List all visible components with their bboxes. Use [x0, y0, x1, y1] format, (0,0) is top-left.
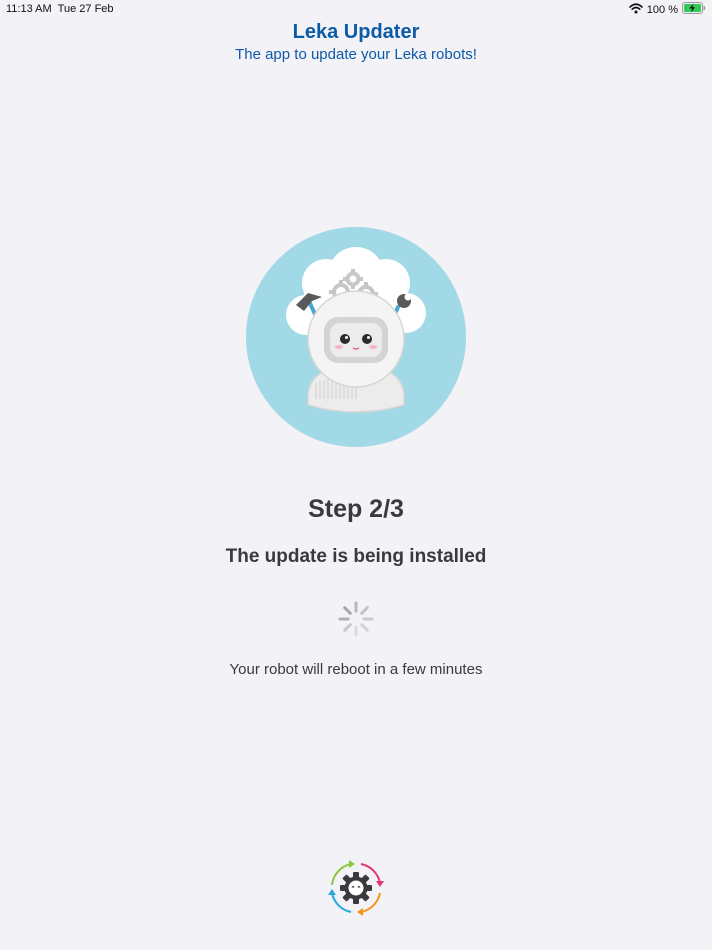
leka-updater-logo-icon	[325, 857, 387, 919]
app-title: Leka Updater	[292, 21, 420, 43]
app-subtitle: The app to update your Leka robots!	[235, 46, 477, 63]
status-bar-left: 11:13 AM Tue 27 Feb	[6, 3, 114, 15]
status-bar: 11:13 AM Tue 27 Feb 100 %	[0, 0, 712, 18]
status-bar-right: 100 %	[628, 2, 706, 17]
update-status-heading: The update is being installed	[225, 546, 487, 567]
loading-spinner-icon	[337, 600, 375, 638]
battery-charging-icon	[682, 2, 706, 17]
reboot-note: Your robot will reboot in a few minutes	[229, 661, 483, 678]
step-indicator: Step 2/3	[308, 495, 404, 523]
status-date: Tue 27 Feb	[57, 3, 114, 15]
header: Leka Updater The app to update your Leka…	[0, 18, 712, 65]
status-time: 11:13 AM	[6, 3, 52, 15]
wifi-icon	[628, 2, 643, 17]
battery-percent: 100 %	[646, 3, 678, 16]
robot-update-illustration	[246, 227, 466, 447]
